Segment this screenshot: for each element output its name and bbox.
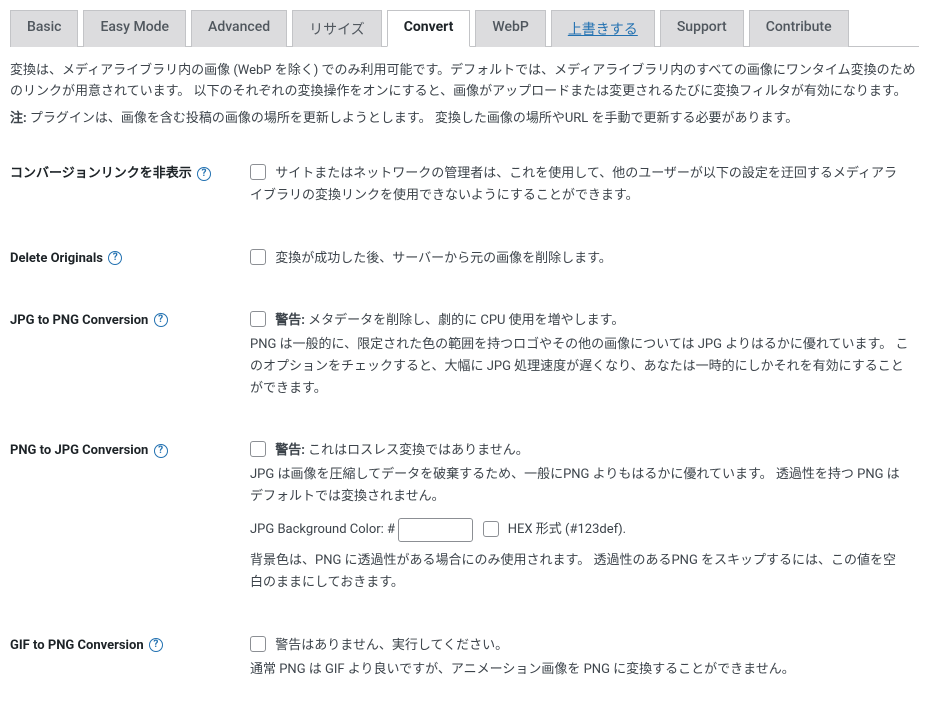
gif2png-description: 通常 PNG は GIF より良いですが、アニメーション画像を PNG に変換す… [250, 659, 909, 681]
delete-originals-label: Delete Originals [10, 251, 103, 266]
jpg2png-checkbox[interactable] [250, 311, 266, 327]
jpg2png-label: JPG to PNG Conversion [10, 313, 148, 328]
jpg2png-warn-text: メタデータを削除し、劇的に CPU 使用を増やします。 [305, 313, 624, 328]
intro-paragraph-1: 変換は、メディアライブラリ内の画像 (WebP を除く) でのみ利用可能です。デ… [10, 61, 919, 103]
png2jpg-description-2: 背景色は、PNG に透過性がある場合にのみ使用されます。 透過性のあるPNG を… [250, 550, 909, 594]
tab-convert[interactable]: Convert [387, 10, 471, 47]
tab-support[interactable]: Support [660, 10, 744, 47]
row-delete-originals: Delete Originals 変換が成功した後、サーバーから元の画像を削除し… [10, 236, 919, 298]
bg-color-input[interactable] [398, 518, 473, 542]
intro-note-label: 注: [10, 111, 27, 126]
png2jpg-label: PNG to JPG Conversion [10, 443, 148, 458]
tab-resize[interactable]: リサイズ [292, 10, 382, 47]
hide-links-label: コンバージョンリンクを非表示 [10, 166, 192, 181]
delete-originals-text: 変換が成功した後、サーバーから元の画像を削除します。 [275, 251, 612, 266]
tab-overwrite[interactable]: 上書きする [551, 10, 655, 47]
hex-format-checkbox[interactable] [483, 521, 499, 537]
help-icon[interactable] [197, 167, 211, 181]
png2jpg-warn-text: これはロスレス変換ではありません。 [305, 443, 529, 458]
tab-easy-mode[interactable]: Easy Mode [83, 10, 186, 47]
jpg2png-warn-prefix: 警告: [275, 313, 305, 328]
row-gif-to-png: GIF to PNG Conversion 警告はありません、実行してください。… [10, 623, 919, 709]
hex-format-label: HEX 形式 (#123def). [508, 522, 626, 537]
help-icon[interactable] [154, 313, 168, 327]
tab-basic[interactable]: Basic [10, 10, 78, 47]
help-icon[interactable] [154, 444, 168, 458]
png2jpg-checkbox[interactable] [250, 441, 266, 457]
png2jpg-description-1: JPG は画像を圧縮してデータを破棄するため、一般にPNG よりもはるかに優れて… [250, 464, 909, 508]
help-icon[interactable] [108, 251, 122, 265]
settings-form-table: コンバージョンリンクを非表示 サイトまたはネットワークの管理者は、これを使用して… [10, 151, 919, 708]
settings-tabs: Basic Easy Mode Advanced リサイズ Convert We… [10, 10, 919, 47]
intro-note-text: プラグインは、画像を含む投稿の画像の場所を更新しようとします。 変換した画像の場… [27, 111, 799, 126]
gif2png-label: GIF to PNG Conversion [10, 638, 144, 653]
row-hide-conversion-links: コンバージョンリンクを非表示 サイトまたはネットワークの管理者は、これを使用して… [10, 151, 919, 235]
hide-links-checkbox[interactable] [250, 164, 266, 180]
tab-contribute[interactable]: Contribute [749, 10, 849, 47]
png2jpg-warn-prefix: 警告: [275, 443, 305, 458]
tab-advanced[interactable]: Advanced [191, 10, 287, 47]
row-jpg-to-png: JPG to PNG Conversion 警告: メタデータを削除し、劇的に … [10, 298, 919, 428]
hide-links-text: サイトまたはネットワークの管理者は、これを使用して、他のユーザーが以下の設定を迂… [250, 166, 897, 203]
delete-originals-checkbox[interactable] [250, 249, 266, 265]
jpg2png-description: PNG は一般的に、限定された色の範囲を持つロゴやその他の画像については JPG… [250, 334, 909, 400]
gif2png-checkbox[interactable] [250, 636, 266, 652]
intro-paragraph-2: 注: プラグインは、画像を含む投稿の画像の場所を更新しようとします。 変換した画… [10, 109, 919, 130]
help-icon[interactable] [149, 638, 163, 652]
gif2png-text: 警告はありません、実行してください。 [275, 638, 508, 653]
row-png-to-jpg: PNG to JPG Conversion 警告: これはロスレス変換ではありま… [10, 428, 919, 622]
tab-webp[interactable]: WebP [475, 10, 545, 47]
bg-color-label: JPG Background Color: # [250, 522, 395, 537]
